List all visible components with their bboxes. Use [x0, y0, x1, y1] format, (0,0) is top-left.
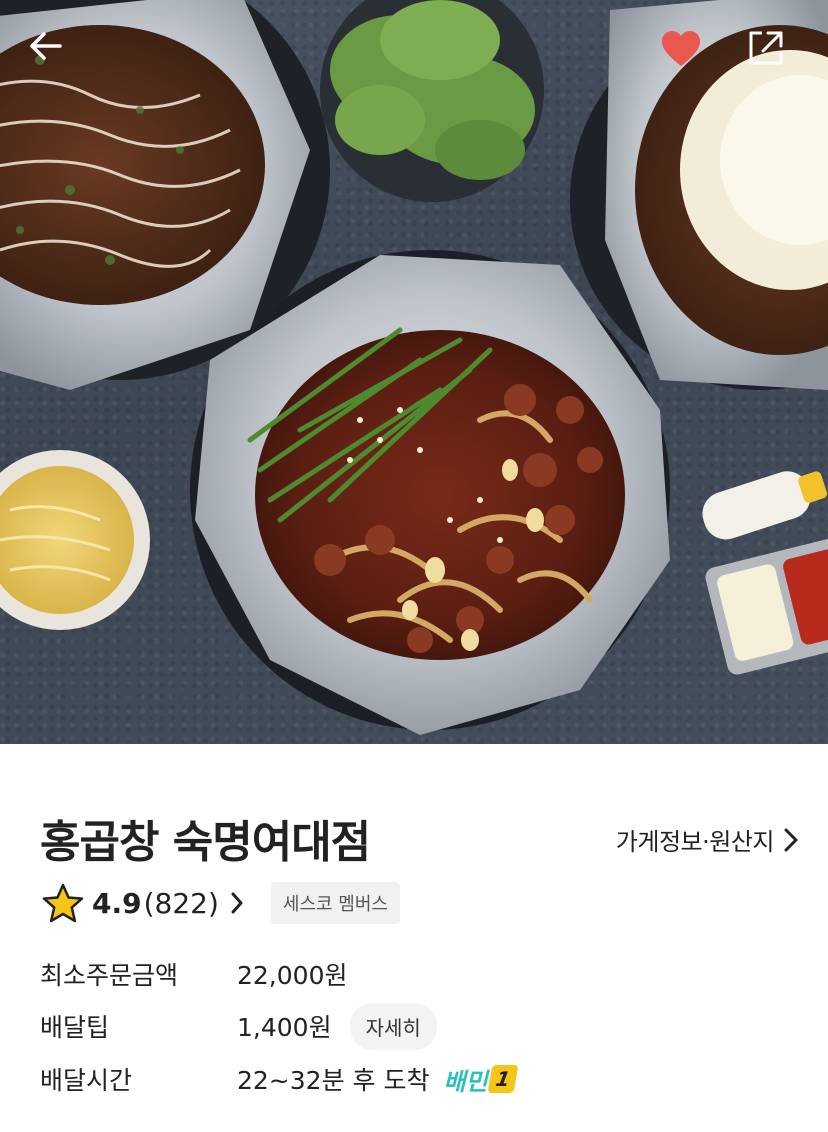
star-icon: [42, 883, 84, 923]
baemin-one-number: 1: [487, 1065, 519, 1093]
food-photo-illustration: [0, 0, 828, 735]
share-icon: [749, 31, 783, 65]
delivery-tip-value: 1,400원: [237, 1013, 332, 1042]
min-order-label: 최소주문금액: [40, 961, 179, 990]
chevron-right-icon: [231, 892, 243, 914]
baemin-one-badge: 배민 1: [443, 1062, 519, 1097]
arrow-left-icon: [30, 32, 62, 60]
delivery-time-value: 22~32분 후 도착: [237, 1066, 430, 1095]
min-order-row: 최소주문금액 22,000원: [40, 954, 347, 994]
store-page: 홍곱창 숙명여대점 가게정보·원산지 4.9 (822) 세스코 멤버스 최소주…: [0, 0, 828, 1132]
store-info-origin-label: 가게정보·원산지: [615, 828, 775, 856]
rating-row[interactable]: 4.9 (822) 세스코 멤버스: [42, 882, 400, 924]
review-count: (822): [143, 886, 219, 920]
store-name: 홍곱창 숙명여대점: [40, 817, 371, 868]
chevron-right-icon: [784, 828, 798, 851]
store-hero-image: [0, 0, 828, 744]
delivery-time-row: 배달시간 22~32분 후 도착 배민 1: [40, 1059, 519, 1099]
rating-value: 4.9: [92, 886, 142, 920]
cesco-member-badge: 세스코 멤버스: [270, 882, 400, 924]
delivery-tip-row: 배달팁 1,400원 자세히: [40, 1002, 437, 1050]
delivery-time-label: 배달시간: [40, 1066, 133, 1095]
rating-chevron: [231, 892, 243, 914]
share-button[interactable]: [748, 30, 800, 82]
favorite-button[interactable]: [660, 30, 712, 82]
delivery-tip-label: 배달팁: [40, 1013, 110, 1042]
baemin-badge-text: 배민: [443, 1067, 488, 1096]
store-info-origin-link[interactable]: 가게정보·원산지: [616, 822, 798, 857]
min-order-value: 22,000원: [237, 961, 348, 990]
delivery-tip-detail-button[interactable]: 자세히: [349, 1002, 437, 1050]
back-button[interactable]: [28, 30, 80, 82]
store-info-section: 홍곱창 숙명여대점 가게정보·원산지 4.9 (822) 세스코 멤버스 최소주…: [0, 744, 828, 1132]
heart-icon: [662, 31, 700, 66]
